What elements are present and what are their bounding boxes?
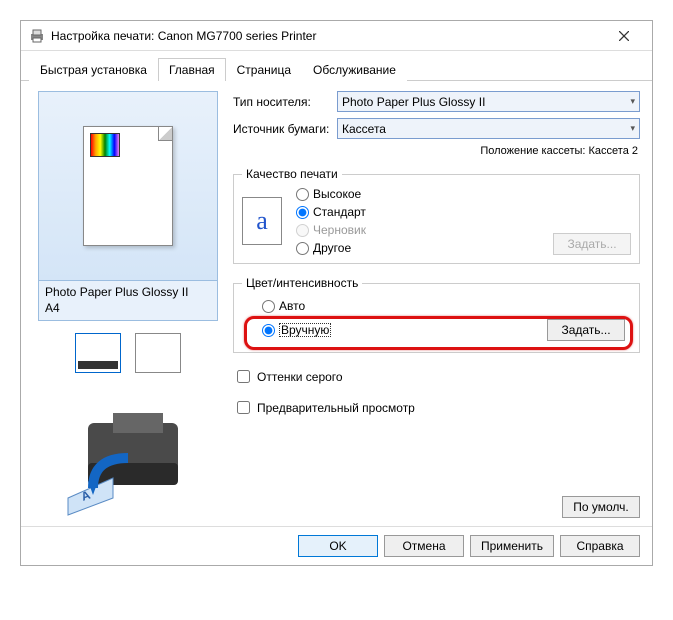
cancel-button[interactable]: Отмена (384, 535, 464, 557)
chevron-down-icon: ▾ (630, 123, 635, 134)
tab-main[interactable]: Главная (158, 58, 226, 81)
print-settings-window: Настройка печати: Canon MG7700 series Pr… (20, 20, 653, 566)
quality-preview-icon: a (242, 197, 282, 245)
printer-illustration: A (58, 403, 198, 518)
quality-standard-radio[interactable]: Стандарт (296, 205, 366, 219)
preview-checkbox[interactable]: Предварительный просмотр (233, 398, 640, 417)
tabs: Быстрая установка Главная Страница Обслу… (21, 53, 652, 81)
color-set-button[interactable]: Задать... (547, 319, 625, 341)
thumb-photo[interactable] (75, 333, 121, 373)
media-type-value: Photo Paper Plus Glossy II (342, 95, 485, 109)
output-thumbnails (75, 333, 181, 373)
media-type-label: Тип носителя: (233, 95, 331, 109)
paper-source-value: Кассета (342, 122, 386, 136)
thumb-plain[interactable] (135, 333, 181, 373)
color-auto-radio[interactable]: Авто (262, 299, 305, 313)
ok-button[interactable]: OK (298, 535, 378, 557)
right-panel: Тип носителя: Photo Paper Plus Glossy II… (233, 91, 640, 518)
paper-source-combo[interactable]: Кассета ▾ (337, 118, 640, 139)
paper-source-row: Источник бумаги: Кассета ▾ (233, 118, 640, 139)
footer-buttons: OK Отмена Применить Справка (21, 526, 652, 565)
close-button[interactable] (604, 22, 644, 50)
quality-high-radio[interactable]: Высокое (296, 187, 366, 201)
left-panel: Photo Paper Plus Glossy II A4 A (33, 91, 223, 518)
grayscale-checkbox[interactable]: Оттенки серого (233, 367, 640, 386)
page-preview (83, 126, 173, 246)
help-button[interactable]: Справка (560, 535, 640, 557)
color-manual-radio[interactable]: Вручную (262, 323, 331, 337)
quality-fieldset: Качество печати a Высокое Стандарт Черно… (233, 167, 640, 264)
cassette-position: Положение кассеты: Кассета 2 (233, 145, 640, 157)
color-legend: Цвет/интенсивность (242, 276, 362, 290)
tab-page[interactable]: Страница (226, 58, 302, 81)
paper-source-label: Источник бумаги: (233, 122, 331, 136)
content-area: Photo Paper Plus Glossy II A4 A (21, 81, 652, 526)
media-type-row: Тип носителя: Photo Paper Plus Glossy II… (233, 91, 640, 112)
preview-media: Photo Paper Plus Glossy II (45, 285, 211, 301)
close-icon (619, 31, 629, 41)
page-preview-box (38, 91, 218, 281)
window-title: Настройка печати: Canon MG7700 series Pr… (51, 29, 604, 43)
color-fieldset: Цвет/интенсивность Авто Вручную Задать..… (233, 276, 640, 353)
media-type-combo[interactable]: Photo Paper Plus Glossy II ▾ (337, 91, 640, 112)
printer-icon (29, 28, 45, 44)
tab-maintenance[interactable]: Обслуживание (302, 58, 407, 81)
quality-set-button: Задать... (553, 233, 631, 255)
defaults-button[interactable]: По умолч. (562, 496, 640, 518)
chevron-down-icon: ▾ (630, 96, 635, 107)
apply-button[interactable]: Применить (470, 535, 554, 557)
quality-draft-radio: Черновик (296, 223, 366, 237)
preview-label: Photo Paper Plus Glossy II A4 (38, 281, 218, 321)
quality-legend: Качество печати (242, 167, 342, 181)
quality-other-radio[interactable]: Другое (296, 241, 366, 255)
titlebar: Настройка печати: Canon MG7700 series Pr… (21, 21, 652, 51)
preview-size: A4 (45, 301, 211, 317)
tab-quick-setup[interactable]: Быстрая установка (29, 58, 158, 81)
